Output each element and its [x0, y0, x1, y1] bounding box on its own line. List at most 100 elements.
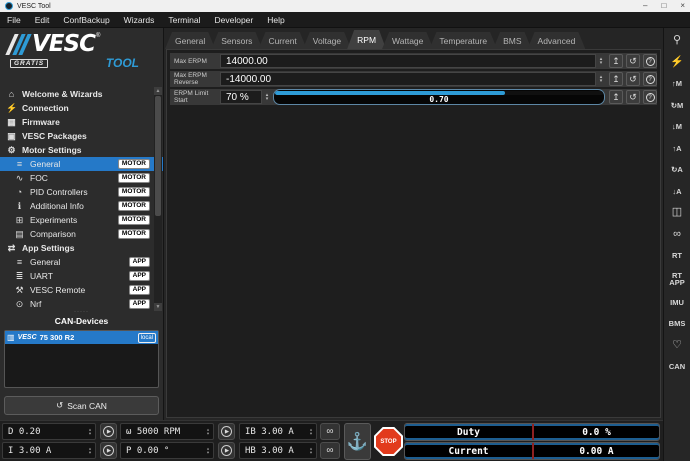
- erpm-limit-start-slider[interactable]: 0.70: [273, 89, 605, 105]
- scan-can-button[interactable]: ↺ Scan CAN: [4, 396, 159, 415]
- reload-motor-config-button[interactable]: ↻M: [666, 100, 688, 112]
- position-setpoint-field[interactable]: P 0.00 °: [120, 442, 214, 459]
- spin-arrows[interactable]: [596, 53, 606, 69]
- read-motor-config-button[interactable]: ↑M: [666, 78, 688, 90]
- write-app-config-button[interactable]: ↓A: [666, 186, 688, 198]
- scroll-up-icon[interactable]: ▲: [154, 87, 162, 95]
- tab-voltage[interactable]: Voltage: [303, 32, 351, 49]
- max-erpm-field[interactable]: 14000.00: [220, 54, 596, 68]
- sidebar-item-label: Additional Info: [30, 201, 84, 211]
- sidebar-item-label: Motor Settings: [22, 145, 82, 155]
- help-button[interactable]: ?: [643, 54, 657, 68]
- sidebar-item-uart[interactable]: ≣ UART APP: [0, 269, 163, 283]
- stop-button[interactable]: STOP: [374, 427, 403, 456]
- spin-arrows[interactable]: [596, 71, 606, 87]
- write-value-button[interactable]: ↥: [609, 90, 623, 104]
- spin-arrows[interactable]: [203, 428, 213, 436]
- read-app-config-button[interactable]: ↑A: [666, 143, 688, 155]
- write-value-button[interactable]: ↥: [609, 72, 623, 86]
- speed-setpoint-field[interactable]: ω 5000 RPM: [120, 423, 214, 440]
- menu-terminal[interactable]: Terminal: [161, 12, 207, 27]
- motor-badge: MOTOR: [117, 172, 150, 184]
- upload-icon: ↥: [612, 91, 620, 102]
- sidebar-item-nrf[interactable]: ⊙ Nrf APP: [0, 297, 163, 311]
- sidebar-item-experiments[interactable]: ⊞ Experiments MOTOR: [0, 213, 163, 227]
- set-duty-button[interactable]: ▶: [100, 423, 117, 440]
- help-button[interactable]: ?: [643, 90, 657, 104]
- sidebar-item-welcome-wizards[interactable]: ⌂ Welcome & Wizards: [0, 87, 163, 101]
- close-button[interactable]: ×: [680, 2, 685, 10]
- restore-default-button[interactable]: ↺: [626, 54, 640, 68]
- set-handbrake-button[interactable]: ∞: [320, 442, 340, 459]
- menu-wizards[interactable]: Wizards: [117, 12, 162, 27]
- tab-advanced[interactable]: Advanced: [528, 32, 586, 49]
- spin-arrows[interactable]: [203, 447, 213, 455]
- imu-data-button[interactable]: IMU: [666, 297, 688, 309]
- gamepad-icon: ∞: [326, 425, 334, 437]
- sidebar-item-comparison[interactable]: ▤ Comparison MOTOR: [0, 227, 163, 241]
- brake-current-field[interactable]: IB 3.00 A: [239, 423, 317, 440]
- restore-default-button[interactable]: ↺: [626, 90, 640, 104]
- scroll-down-icon[interactable]: ▼: [154, 303, 162, 311]
- bms-data-button[interactable]: BMS: [666, 318, 688, 330]
- write-motor-config-button[interactable]: ↓M: [666, 121, 688, 133]
- param-row-erpm-limit-start: ERPM Limit Start 70 % 0.70 ↥ ↺: [170, 89, 657, 105]
- tab-sensors[interactable]: Sensors: [211, 32, 262, 49]
- tab-bms[interactable]: BMS: [493, 32, 531, 49]
- menu-developer[interactable]: Developer: [208, 12, 261, 27]
- set-current-button[interactable]: ▶: [100, 442, 117, 459]
- spin-arrows[interactable]: [262, 89, 272, 105]
- menu-confbackup[interactable]: ConfBackup: [56, 12, 116, 27]
- can-button[interactable]: CAN: [666, 361, 688, 373]
- tab-rpm[interactable]: RPM: [347, 30, 386, 49]
- max-erpm-reverse-field[interactable]: -14000.00: [220, 72, 596, 86]
- sidebar-item-vesc-packages[interactable]: ▣ VESC Packages: [0, 129, 163, 143]
- write-value-button[interactable]: ↥: [609, 54, 623, 68]
- minimize-button[interactable]: –: [643, 2, 647, 10]
- duty-setpoint-field[interactable]: D 0.20: [2, 423, 96, 440]
- maximize-button[interactable]: □: [661, 2, 666, 10]
- connect-icon[interactable]: ⚲: [666, 34, 688, 47]
- rt-data-button[interactable]: RT: [666, 250, 688, 262]
- sidebar-item-motor-settings[interactable]: ⚙ Motor Settings: [0, 143, 163, 157]
- reload-app-config-button[interactable]: ↻A: [666, 164, 688, 176]
- spin-arrows[interactable]: [306, 447, 316, 455]
- sidebar-item-vesc-remote[interactable]: ⚒ VESC Remote APP: [0, 283, 163, 297]
- sidebar-item-foc[interactable]: ∿ FOC MOTOR: [0, 171, 163, 185]
- spin-arrows[interactable]: [85, 447, 95, 455]
- handbrake-current-field[interactable]: HB 3.00 A: [239, 442, 317, 459]
- tab-temperature[interactable]: Temperature: [429, 32, 497, 49]
- menu-edit[interactable]: Edit: [28, 12, 57, 27]
- sidebar-item-app-general[interactable]: ≡ General APP: [0, 255, 163, 269]
- menu-file[interactable]: File: [0, 12, 28, 27]
- sidebar-item-connection[interactable]: ⚡ Connection: [0, 101, 163, 115]
- sidebar-item-app-settings[interactable]: ⇄ App Settings: [0, 241, 163, 255]
- menu-help[interactable]: Help: [260, 12, 291, 27]
- gamepad-icon[interactable]: ∞: [666, 228, 688, 241]
- handbrake-anchor-button[interactable]: ⚓: [344, 423, 371, 460]
- set-speed-button[interactable]: ▶: [218, 423, 235, 440]
- disconnect-icon[interactable]: ⚡: [666, 56, 688, 69]
- sidebar-scrollbar[interactable]: ▲ ▼: [154, 87, 162, 311]
- can-device-row[interactable]: ▥ VESC 75 300 R2 local: [5, 331, 158, 344]
- help-button[interactable]: ?: [643, 72, 657, 86]
- sidebar-item-label: FOC: [30, 173, 48, 183]
- heart-icon[interactable]: ♡: [666, 339, 688, 352]
- erpm-limit-start-field[interactable]: 70 %: [220, 90, 262, 104]
- restore-default-button[interactable]: ↺: [626, 72, 640, 86]
- tab-general[interactable]: General: [165, 32, 215, 49]
- current-setpoint-field[interactable]: I 3.00 A: [2, 442, 96, 459]
- scrollbar-thumb[interactable]: [155, 96, 161, 216]
- sidebar-item-additional-info[interactable]: ℹ Additional Info MOTOR: [0, 199, 163, 213]
- spin-arrows[interactable]: [85, 428, 95, 436]
- parallel-mode-icon[interactable]: ◫: [666, 206, 688, 219]
- set-position-button[interactable]: ▶: [218, 442, 235, 459]
- spin-arrows[interactable]: [306, 428, 316, 436]
- sidebar-item-pid-controllers[interactable]: ◔ PID Controllers MOTOR: [0, 185, 163, 199]
- tab-current[interactable]: Current: [258, 32, 306, 49]
- set-brake-button[interactable]: ∞: [320, 423, 340, 440]
- rt-app-data-button[interactable]: RT APP: [666, 271, 688, 288]
- sidebar-item-firmware[interactable]: ▦ Firmware: [0, 115, 163, 129]
- tab-wattage[interactable]: Wattage: [382, 32, 433, 49]
- sidebar-item-motor-general[interactable]: ≡ General MOTOR: [0, 157, 163, 171]
